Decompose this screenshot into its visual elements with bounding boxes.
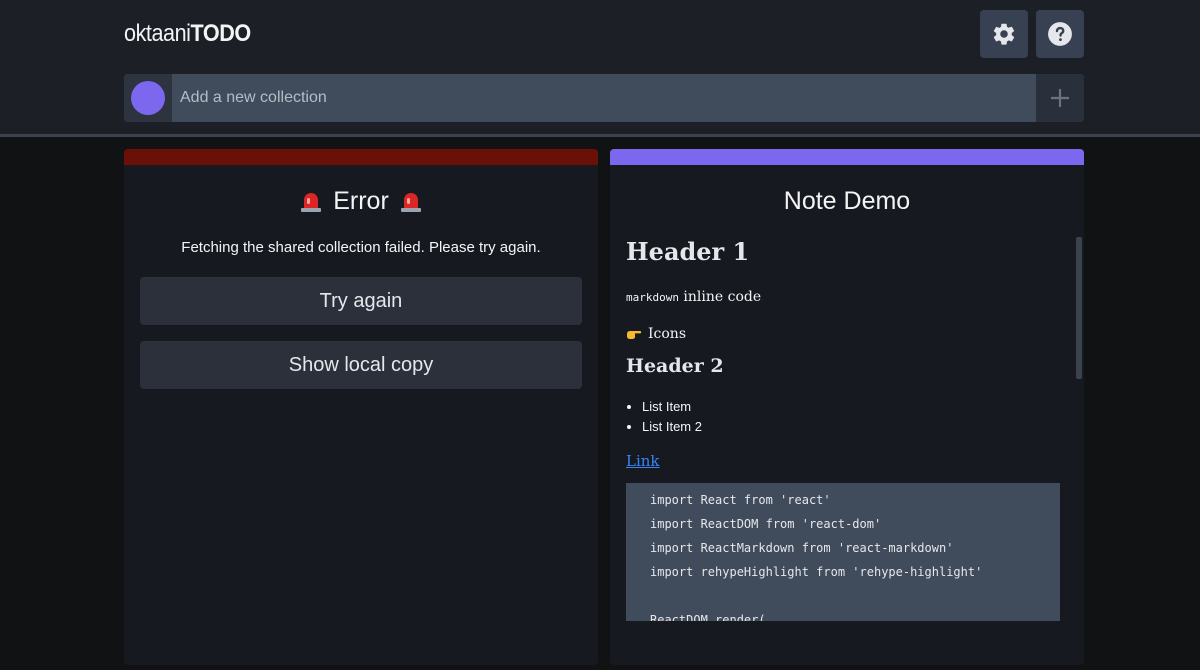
note-code-block: import React from 'react' import ReactDO… — [626, 483, 1060, 621]
code-line: import ReactDOM from 'react-dom' — [650, 517, 882, 531]
header-divider — [0, 134, 1200, 137]
inline-code-text: inline code — [678, 289, 762, 305]
question-circle-icon — [1048, 22, 1072, 46]
help-button[interactable] — [1036, 10, 1084, 58]
list-item: List Item — [642, 397, 702, 417]
add-collection-input[interactable] — [172, 74, 1036, 122]
pointing-hand-emoji-icon — [627, 331, 642, 339]
logo-bold-text: TODO — [190, 20, 252, 47]
note-list: List Item List Item 2 — [626, 397, 702, 437]
app-header: oktaaniTODO — [0, 0, 1200, 134]
note-card-title: Note Demo — [783, 187, 911, 215]
show-local-copy-button[interactable]: Show local copy — [140, 341, 582, 389]
note-header-1: Header 1 — [626, 237, 750, 266]
code-line: import React from 'react' — [650, 493, 831, 507]
logo-light-text: oktaani — [124, 20, 191, 47]
gear-icon — [993, 23, 1015, 45]
police-light-emoji-icon — [400, 192, 421, 212]
settings-button[interactable] — [980, 10, 1028, 58]
note-header-2: Header 2 — [626, 355, 724, 377]
icons-text: Icons — [648, 326, 687, 342]
app-logo[interactable]: oktaaniTODO — [124, 20, 251, 48]
note-card: Note Demo Header 1 markdown inline code … — [610, 149, 1084, 665]
error-card-title: Error — [124, 187, 598, 216]
list-item: List Item 2 — [642, 417, 702, 437]
error-card: Error Fetching the shared collection fai… — [124, 149, 598, 665]
add-collection-bar — [124, 74, 1084, 122]
note-content[interactable]: Header 1 markdown inline code Icons Head… — [626, 235, 1076, 621]
error-card-color-bar — [124, 149, 598, 165]
color-dot — [131, 81, 165, 115]
try-again-button[interactable]: Try again — [140, 277, 582, 325]
note-card-color-bar — [610, 149, 1084, 165]
inline-code: markdown — [626, 291, 679, 304]
collection-color-picker[interactable] — [124, 74, 172, 122]
error-message: Fetching the shared collection failed. P… — [181, 239, 541, 256]
note-inline-code-line: markdown inline code — [626, 289, 761, 305]
code-line: import ReactMarkdown from 'react-markdow… — [650, 541, 954, 555]
error-title-text: Error — [333, 187, 389, 215]
note-icons-line: Icons — [626, 326, 686, 342]
police-light-emoji-icon — [301, 192, 322, 212]
note-scrollbar[interactable] — [1076, 237, 1082, 379]
code-line: import rehypeHighlight from 'rehype-high… — [650, 565, 983, 579]
add-collection-button[interactable] — [1036, 74, 1084, 122]
code-line: ReactDOM.render( — [650, 613, 766, 621]
plus-icon — [1051, 89, 1069, 107]
note-link[interactable]: Link — [626, 452, 660, 470]
